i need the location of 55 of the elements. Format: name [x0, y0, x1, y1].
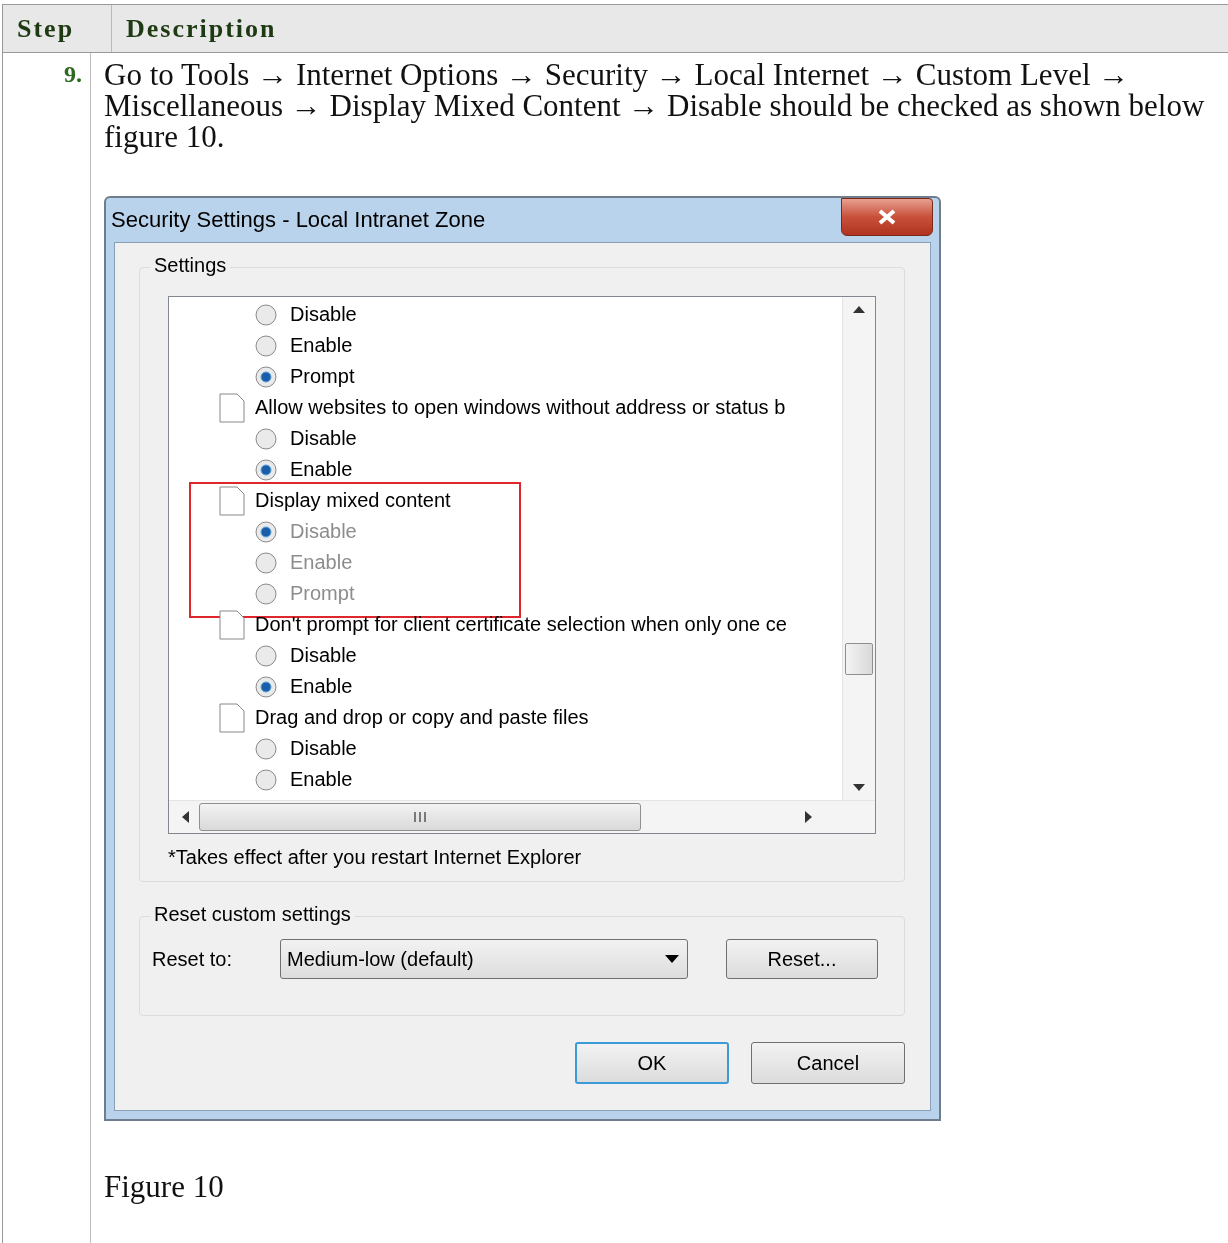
option-label: Enable: [290, 458, 353, 481]
reset-level-dropdown[interactable]: Medium-low (default): [280, 939, 688, 979]
step-description: Go to Tools → Internet Options → Security → Local Internet → Custom Level → Miscellaneous → Display Mixed Content → Disable should be checked as shown below figure 10.: [104, 59, 1206, 152]
step-number: 9.: [64, 61, 82, 87]
window-title: Security Settings - Local Intranet Zone: [111, 207, 486, 233]
option-label: Disable: [290, 520, 357, 543]
option-label: Prompt: [290, 582, 355, 605]
option-label: Disable: [290, 644, 357, 667]
radio-button[interactable]: [255, 303, 277, 326]
close-icon: [878, 209, 896, 225]
down-arrow-icon[interactable]: [853, 784, 865, 792]
scroll-thumb[interactable]: [845, 642, 873, 675]
option-label: Enable: [290, 551, 353, 574]
group-label: Settings: [150, 254, 231, 277]
caret-icon: [665, 955, 679, 963]
option-label: Prompt: [290, 365, 355, 388]
document-icon: [219, 392, 245, 423]
group-label: Reset custom settings: [150, 903, 355, 926]
reset-button[interactable]: Reset...: [726, 939, 878, 979]
radio-button[interactable]: [255, 675, 277, 698]
radio-button[interactable]: [255, 427, 277, 450]
radio-button[interactable]: [255, 644, 277, 667]
radio-button[interactable]: [255, 458, 277, 481]
setting-label: Allow websites to open windows without address or status b: [255, 396, 786, 419]
figure-caption: Figure 10: [104, 1169, 225, 1205]
vertical-scrollbar[interactable]: [842, 297, 875, 800]
ok-button[interactable]: OK: [575, 1042, 729, 1084]
option-label: Disable: [290, 737, 357, 760]
radio-button[interactable]: [255, 365, 277, 388]
right-arrow-icon[interactable]: [805, 811, 813, 823]
column-header: Description: [112, 5, 1228, 52]
grip-icon: [414, 812, 426, 822]
option-label: Disable: [290, 303, 357, 326]
radio-button[interactable]: [255, 334, 277, 357]
radio-button[interactable]: [255, 768, 277, 791]
option-label: Enable: [290, 675, 353, 698]
up-arrow-icon[interactable]: [853, 305, 865, 313]
column-header: Step: [3, 5, 112, 52]
option-label: Enable: [290, 334, 353, 357]
left-arrow-icon[interactable]: [181, 811, 189, 823]
setting-label: Don't prompt for client certificate selection when only one ce: [255, 613, 787, 636]
option-label: Disable: [290, 427, 357, 450]
document-icon: [219, 609, 245, 640]
horizontal-scrollbar[interactable]: [169, 800, 875, 833]
setting-label: Display mixed content: [255, 489, 451, 512]
document-icon: [219, 702, 245, 733]
close-button[interactable]: [841, 198, 933, 236]
cancel-button[interactable]: Cancel: [751, 1042, 905, 1084]
radio-button[interactable]: [255, 737, 277, 760]
option-label: Enable: [290, 768, 353, 791]
scroll-thumb[interactable]: [199, 803, 641, 831]
note-text: *Takes effect after you restart Internet Explorer: [168, 846, 583, 869]
field-label: Reset to:: [152, 947, 234, 971]
setting-label: Drag and drop or copy and paste files: [255, 706, 589, 729]
document-icon: [219, 485, 245, 516]
